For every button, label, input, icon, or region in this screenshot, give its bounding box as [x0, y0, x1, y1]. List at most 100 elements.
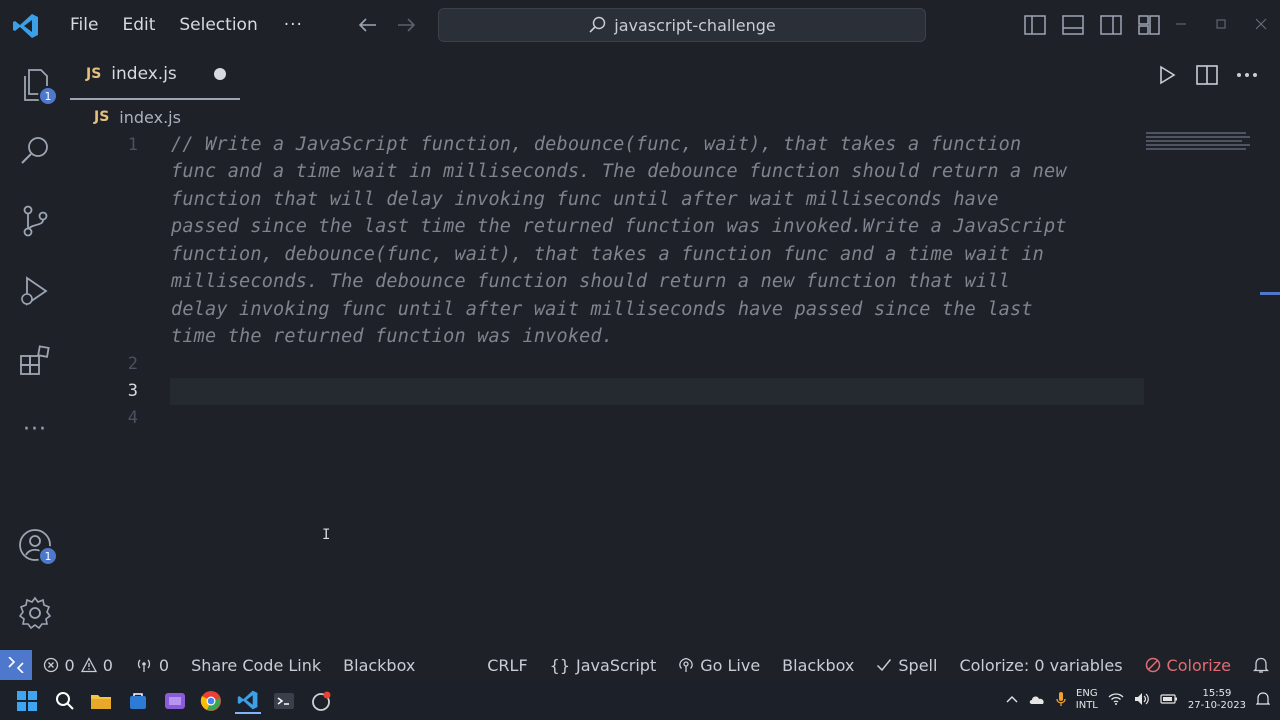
- code-comment-line: milliseconds. The debounce function shou…: [171, 271, 1011, 292]
- menu-file[interactable]: File: [58, 15, 110, 35]
- error-count: 0: [64, 655, 75, 675]
- code-comment-line: func and a time wait in milliseconds. Th…: [171, 161, 1067, 182]
- breadcrumb[interactable]: JS index.js: [94, 104, 181, 130]
- breadcrumb-filename[interactable]: index.js: [119, 108, 181, 127]
- status-bar: 0 0 0 Share Code Link Blackbox CRLF {} J…: [0, 650, 1280, 680]
- taskbar-search-icon[interactable]: [52, 688, 78, 714]
- warning-count: 0: [102, 655, 113, 675]
- minimap[interactable]: [1146, 132, 1256, 156]
- command-center-search[interactable]: javascript-challenge: [438, 8, 926, 42]
- source-control-icon[interactable]: [14, 200, 56, 242]
- minimize-icon[interactable]: [1170, 12, 1192, 36]
- problems-indicator[interactable]: 0 0: [32, 656, 124, 675]
- customize-layout-icon[interactable]: [1136, 12, 1162, 38]
- command-center-text: javascript-challenge: [614, 15, 776, 35]
- search-icon: [589, 16, 606, 33]
- toggle-primary-sidebar-icon[interactable]: [1022, 12, 1048, 38]
- activity-bar: 1 ··· 1: [0, 50, 70, 650]
- run-icon[interactable]: [1154, 62, 1180, 88]
- ports-indicator[interactable]: 0: [124, 656, 180, 675]
- more-views-icon[interactable]: ···: [14, 408, 56, 450]
- nav-arrows: [356, 12, 418, 38]
- line-number: 1: [127, 135, 138, 155]
- tray-chevron-up-icon[interactable]: [1006, 695, 1018, 706]
- share-code-link[interactable]: Share Code Link: [180, 656, 332, 675]
- notification-center-icon[interactable]: [1255, 691, 1271, 710]
- spell-check[interactable]: Spell: [865, 656, 948, 675]
- menu-selection[interactable]: Selection: [167, 15, 269, 35]
- close-icon[interactable]: [1250, 12, 1272, 36]
- code-comment-line: time the returned function was invoked.: [171, 326, 614, 347]
- vscode-taskbar-icon[interactable]: [235, 688, 261, 714]
- terminal-icon[interactable]: [271, 688, 297, 714]
- spell-label: Spell: [898, 655, 938, 675]
- go-live-button[interactable]: Go Live: [667, 656, 771, 675]
- toggle-secondary-sidebar-icon[interactable]: [1098, 12, 1124, 38]
- title-bar: File Edit Selection ··· javascript-chall…: [0, 0, 1280, 50]
- input-language[interactable]: ENG INTL: [1076, 688, 1098, 712]
- microphone-icon[interactable]: [1056, 691, 1066, 710]
- editor-actions: [1154, 62, 1260, 88]
- unsaved-dot-icon[interactable]: [214, 68, 226, 80]
- vertical-scrollbar[interactable]: [1260, 132, 1280, 648]
- notifications-bell-icon[interactable]: [1242, 656, 1280, 674]
- blackbox-right[interactable]: Blackbox: [771, 656, 865, 675]
- windows-taskbar: ENG INTL 15:59 27-10-2023: [0, 680, 1280, 720]
- code-comment-line: function, debounce(func, wait), that tak…: [171, 244, 1045, 265]
- forward-arrow-icon[interactable]: [394, 12, 418, 38]
- chrome-icon[interactable]: [198, 688, 224, 714]
- github-desktop-icon[interactable]: [308, 688, 334, 714]
- microsoft-store-icon[interactable]: [125, 688, 151, 714]
- volume-icon[interactable]: [1134, 692, 1150, 709]
- tab-index-js[interactable]: JS index.js: [70, 50, 240, 100]
- run-and-debug-icon[interactable]: [14, 270, 56, 312]
- battery-icon[interactable]: [1160, 693, 1178, 708]
- colorize-variables[interactable]: Colorize: 0 variables: [948, 656, 1133, 675]
- blackbox-left[interactable]: Blackbox: [332, 656, 426, 675]
- windows-start-icon[interactable]: [14, 688, 40, 714]
- vscode-logo-icon[interactable]: [12, 12, 40, 40]
- colorize-toggle[interactable]: Colorize: [1134, 656, 1242, 675]
- back-arrow-icon[interactable]: [356, 12, 380, 38]
- code-comment-line: passed since the last time the returned …: [171, 216, 1067, 237]
- code-editor[interactable]: 1 2 3 4 // Write a JavaScript function, …: [70, 132, 1280, 648]
- braces-icon: {}: [549, 655, 571, 675]
- code-comment-line: function that will delay invoking func u…: [171, 189, 999, 210]
- go-live-label: Go Live: [700, 655, 761, 675]
- extensions-icon[interactable]: [14, 340, 56, 382]
- restore-icon[interactable]: [1210, 12, 1232, 36]
- line-number: 4: [127, 408, 138, 428]
- breadcrumb-js-icon: JS: [94, 109, 110, 125]
- search-view-icon[interactable]: [14, 130, 56, 172]
- eol-indicator[interactable]: CRLF: [476, 656, 538, 675]
- line-number: 2: [127, 354, 138, 374]
- antenna-icon: [137, 659, 151, 672]
- remote-indicator-icon[interactable]: [0, 650, 32, 680]
- language-label: JavaScript: [576, 655, 657, 675]
- file-explorer-icon[interactable]: [88, 688, 114, 714]
- onedrive-cloud-icon[interactable]: [1028, 693, 1046, 708]
- toggle-panel-icon[interactable]: [1060, 12, 1086, 38]
- split-editor-icon[interactable]: [1194, 62, 1220, 88]
- manage-gear-icon[interactable]: [14, 592, 56, 634]
- menu-edit[interactable]: Edit: [110, 15, 167, 35]
- explorer-icon[interactable]: 1: [14, 64, 58, 106]
- current-line-highlight: [170, 378, 1144, 405]
- menu-bar: File Edit Selection ···: [58, 0, 317, 50]
- language-mode[interactable]: {} JavaScript: [539, 656, 668, 675]
- menu-more[interactable]: ···: [270, 15, 317, 35]
- layout-controls: [1022, 12, 1162, 38]
- code-comment-line: delay invoking func until after wait mil…: [171, 299, 1033, 320]
- wifi-icon[interactable]: [1108, 692, 1124, 708]
- line-number-active: 3: [127, 381, 138, 401]
- clock-date: 27-10-2023: [1187, 700, 1246, 711]
- clock[interactable]: 15:59 27-10-2023: [1188, 688, 1246, 712]
- explorer-badge: 1: [38, 86, 58, 106]
- more-actions-icon[interactable]: [1234, 62, 1260, 88]
- media-app-icon[interactable]: [162, 688, 188, 714]
- accounts-icon[interactable]: 1: [14, 524, 58, 566]
- colorize-label: Colorize: [1166, 655, 1231, 675]
- ports-count: 0: [158, 655, 170, 675]
- system-tray: ENG INTL 15:59 27-10-2023: [1006, 680, 1280, 720]
- check-icon: [877, 659, 892, 672]
